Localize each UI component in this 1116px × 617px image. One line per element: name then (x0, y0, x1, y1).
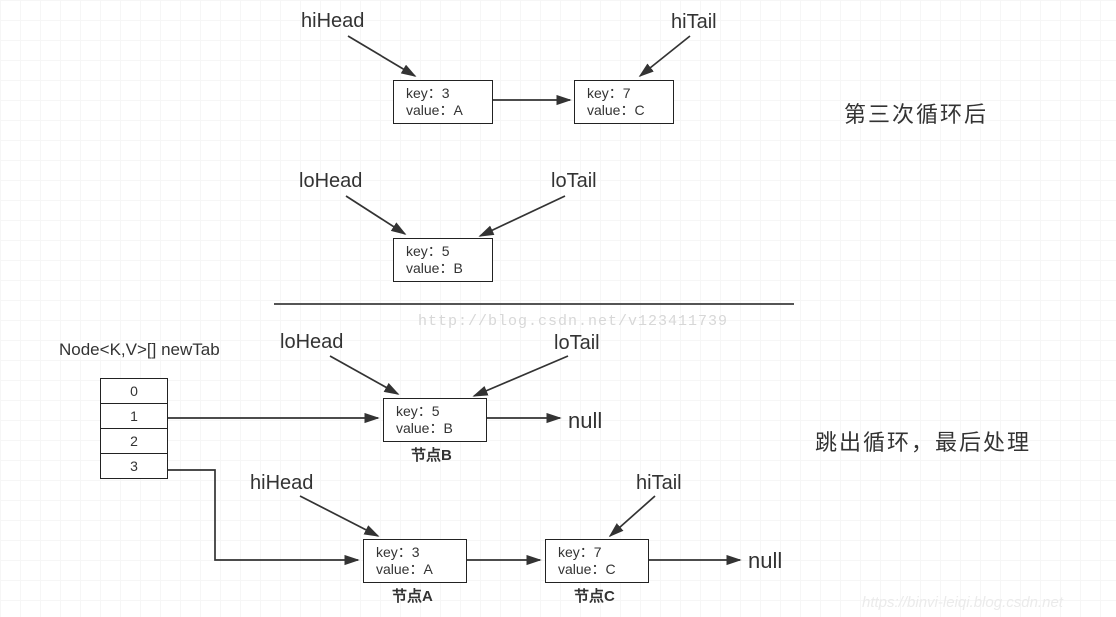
null-after-b: null (568, 408, 602, 434)
watermark-corner: https://binvi-leiqi.blog.csdn.net (862, 594, 1063, 611)
arrow-hihead-top (348, 36, 415, 76)
node-val: value：B (406, 260, 480, 277)
arrow-lohead-top (346, 196, 405, 234)
newtab-cell-3: 3 (101, 454, 167, 478)
arrow-lohead-bottom (330, 356, 398, 394)
newtab-cell-2: 2 (101, 429, 167, 454)
arrow-hitail-bottom (610, 496, 655, 536)
watermark-url: http://blog.csdn.net/v123411739 (418, 313, 728, 330)
arrow-hitail-top (640, 36, 690, 76)
arrows-layer (0, 0, 1116, 617)
node-key3-a-top: key：3 value：A (393, 80, 493, 124)
newtab-array: 0 1 2 3 (100, 378, 168, 479)
label-hitail-top: hiTail (671, 11, 717, 34)
section-divider (274, 303, 794, 305)
label-lotail-bottom: loTail (554, 332, 600, 355)
annotation-top: 第三次循环后 (844, 97, 988, 129)
node-c: key：7 value：C (545, 539, 649, 583)
node-key: key：7 (558, 544, 636, 561)
node-key5-b-top: key：5 value：B (393, 238, 493, 282)
null-after-c: null (748, 548, 782, 574)
node-key: key：7 (587, 85, 661, 102)
node-val: value：C (587, 102, 661, 119)
newtab-cell-0: 0 (101, 379, 167, 404)
node-val: value：B (396, 420, 474, 437)
node-key: key：5 (396, 403, 474, 420)
node-a: key：3 value：A (363, 539, 467, 583)
node-key: key：3 (376, 544, 454, 561)
label-lotail-top: loTail (551, 170, 597, 193)
node-key: key：3 (406, 85, 480, 102)
caption-node-b: 节点B (411, 444, 452, 465)
label-hihead-bottom: hiHead (250, 472, 313, 495)
arrow-hihead-bottom (300, 496, 378, 536)
node-val: value：A (406, 102, 480, 119)
label-hihead-top: hiHead (301, 10, 364, 33)
newtab-cell-1: 1 (101, 404, 167, 429)
arrow-lotail-top (480, 196, 565, 236)
node-b: key：5 value：B (383, 398, 487, 442)
node-val: value：A (376, 561, 454, 578)
node-key: key：5 (406, 243, 480, 260)
caption-node-a: 节点A (392, 585, 433, 606)
arrow-lotail-bottom (474, 356, 568, 396)
label-lohead-bottom: loHead (280, 331, 343, 354)
caption-node-c: 节点C (574, 585, 615, 606)
label-lohead-top: loHead (299, 170, 362, 193)
annotation-bottom: 跳出循环，最后处理 (815, 425, 1031, 457)
node-val: value：C (558, 561, 636, 578)
label-hitail-bottom: hiTail (636, 472, 682, 495)
node-key7-c-top: key：7 value：C (574, 80, 674, 124)
newtab-label: Node<K,V>[] newTab (59, 340, 220, 360)
